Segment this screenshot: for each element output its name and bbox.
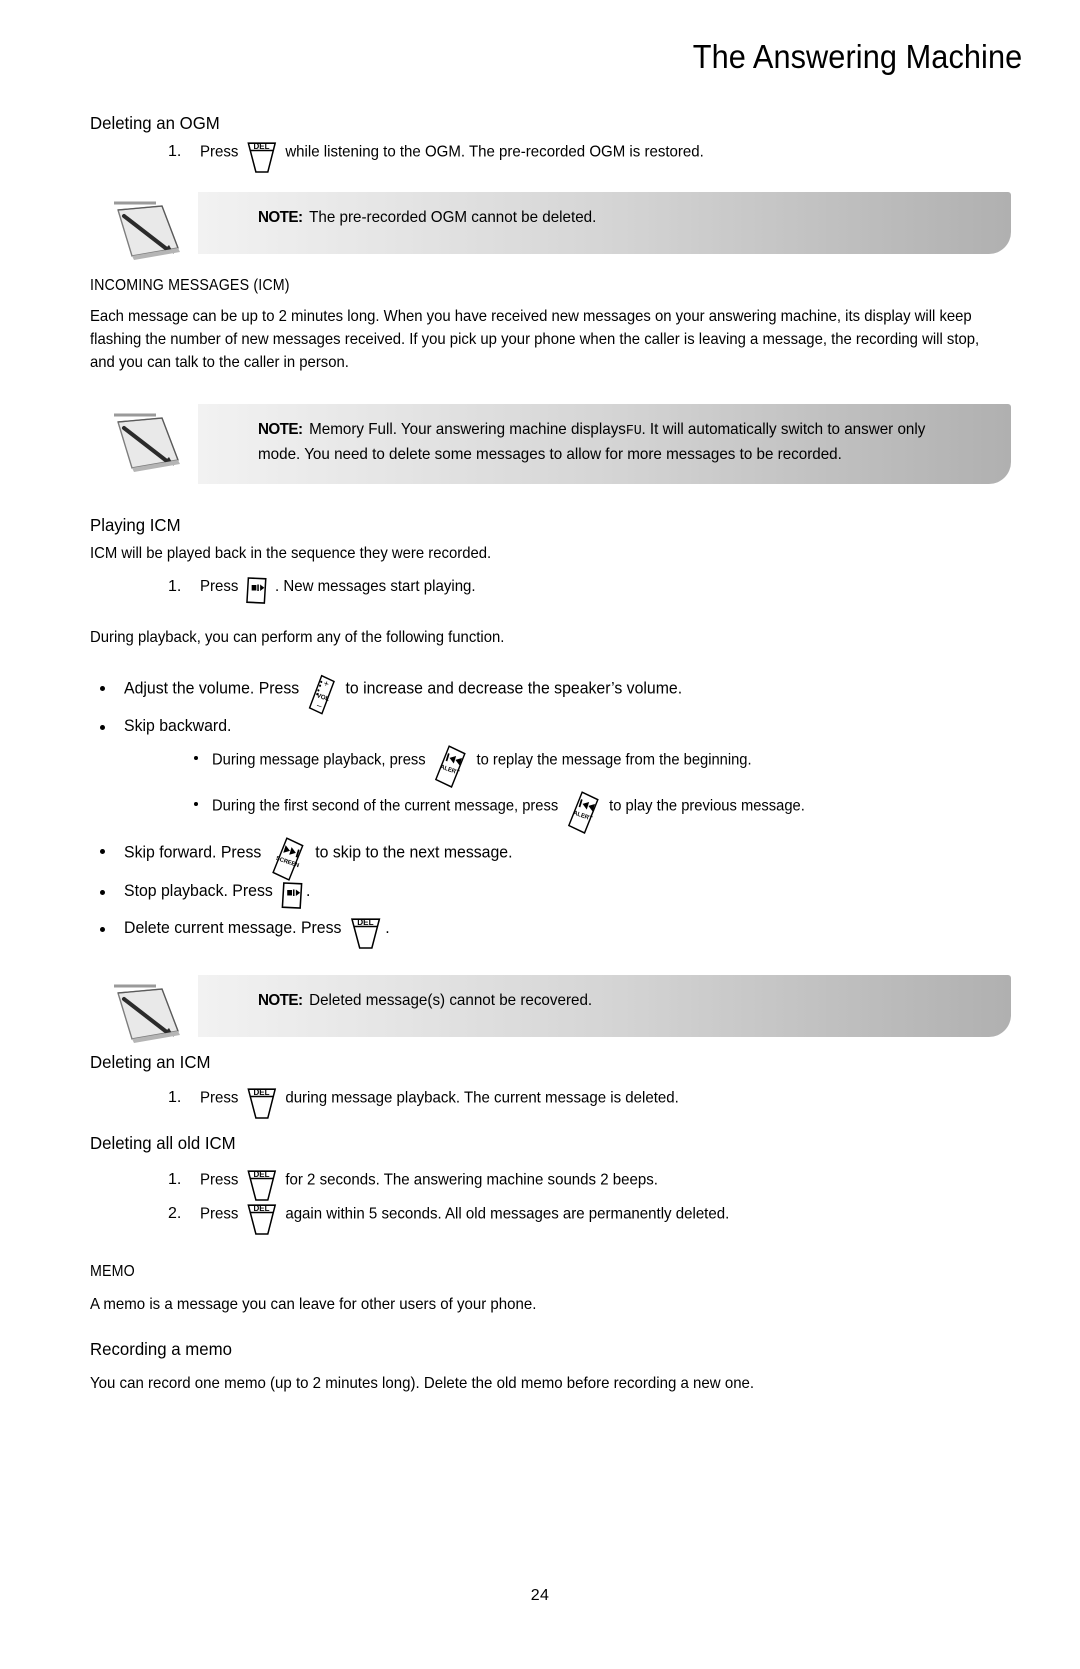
note-label: NOTE: bbox=[258, 991, 303, 1009]
note-box-2: NOTE: Memory Full. Your answering machine… bbox=[90, 404, 1011, 484]
note-label: NOTE: bbox=[258, 208, 303, 226]
paragraph-playing-icm-intro: ICM will be played back in the sequence … bbox=[90, 544, 492, 562]
list-playing-icm: 1. Press . New messages start playing. bbox=[90, 575, 995, 604]
svg-text:DEL: DEL bbox=[254, 1088, 270, 1097]
note-body-a: Memory Full. Your answering machine disp… bbox=[309, 421, 626, 439]
svg-text:DEL: DEL bbox=[254, 141, 270, 150]
page-title: The Answering Machine bbox=[692, 38, 1022, 75]
step-text-post: during message playback. The current mes… bbox=[285, 1089, 679, 1107]
list-item-adjust-volume: Adjust the volume. Press + VOL – to incr… bbox=[90, 674, 995, 715]
bullet-text-post: . bbox=[306, 882, 311, 901]
note-label: NOTE: bbox=[258, 421, 303, 439]
page-footer: 24 bbox=[0, 1587, 1080, 1605]
list-item-skip-forward: Skip forward. Press SCREEN to skip to th… bbox=[90, 837, 995, 882]
volume-button-icon: + VOL – bbox=[306, 674, 339, 716]
list-playback-functions: Adjust the volume. Press + VOL – to incr… bbox=[90, 674, 995, 949]
heading-recording-memo: Recording a memo bbox=[90, 1339, 232, 1360]
heading-deleting-icm: Deleting an ICM bbox=[90, 1051, 211, 1072]
bullet-text-pre: Adjust the volume. Press bbox=[124, 679, 300, 698]
bullet-text-post: . bbox=[385, 919, 390, 938]
list-skip-backward-details: During message playback, press ALERT to … bbox=[124, 745, 995, 835]
note-body: The pre-recorded OGM cannot be deleted. bbox=[309, 208, 597, 226]
step-text-pre: Press bbox=[199, 143, 239, 161]
sub-text-post: to replay the message from the beginning… bbox=[476, 752, 752, 770]
list-deleting-all-old-icm: 1. Press DEL for 2 seconds. The answerin… bbox=[90, 1168, 995, 1235]
skip-backward-button-icon: ALERT bbox=[565, 791, 603, 836]
note-text: NOTE: Memory Full. Your answering machine… bbox=[258, 418, 967, 468]
list-item: 1. Press DEL while listening to the OGM.… bbox=[90, 140, 995, 173]
skip-backward-button-icon: ALERT bbox=[433, 745, 471, 790]
list-item-skip-backward: Skip backward. During message playback, … bbox=[90, 714, 995, 835]
del-button-icon: DEL bbox=[245, 1168, 279, 1202]
sub-text-pre: During message playback, press bbox=[212, 752, 426, 770]
heading-memo: MEMO bbox=[90, 1262, 135, 1280]
note-box-1: NOTE: The pre-recorded OGM cannot be dele… bbox=[90, 191, 1011, 260]
bullet-text-pre: Skip forward. Press bbox=[124, 843, 262, 862]
play-stop-button-icon bbox=[244, 576, 268, 607]
sub-text-post: to play the previous message. bbox=[609, 798, 805, 816]
step-text-pre: Press bbox=[199, 1205, 239, 1223]
step-text-post: again within 5 seconds. All old messages… bbox=[285, 1205, 730, 1223]
paragraph-icm: Each message can be up to 2 minutes long… bbox=[90, 307, 980, 372]
del-button-icon: DEL bbox=[349, 916, 384, 950]
list-deleting-ogm: 1. Press DEL while listening to the OGM.… bbox=[90, 140, 995, 173]
paragraph-memo: A memo is a message you can leave for ot… bbox=[90, 1296, 537, 1313]
list-item-stop-playback: Stop playback. Press . bbox=[90, 879, 995, 909]
step-text-post: for 2 seconds. The answering machine sou… bbox=[285, 1171, 658, 1189]
step-text-post: while listening to the OGM. The pre-reco… bbox=[285, 143, 704, 161]
list-item: 1. Press DEL during message playback. Th… bbox=[90, 1086, 995, 1120]
note-body: Deleted message(s) cannot be recovered. bbox=[309, 991, 593, 1009]
bullet-text-pre: Delete current message. Press bbox=[124, 919, 342, 938]
display-code: FU bbox=[625, 423, 642, 440]
note-box-3: NOTE: Deleted message(s) cannot be recove… bbox=[90, 974, 1011, 1043]
bullet-text: Skip backward. bbox=[124, 716, 232, 735]
list-item: During message playback, press ALERT to … bbox=[124, 745, 995, 789]
page-header: The Answering Machine bbox=[0, 38, 1022, 76]
page-content: Deleting an OGM 1. Press DEL while liste… bbox=[90, 112, 1011, 1395]
paragraph-during-playback: During playback, you can perform any of … bbox=[90, 628, 505, 646]
bullet-text-post: to skip to the next message. bbox=[315, 843, 513, 862]
step-text-pre: Press bbox=[199, 1089, 239, 1107]
step-text-pre: Press bbox=[199, 577, 239, 595]
heading-playing-icm: Playing ICM bbox=[90, 514, 181, 535]
bullet-text-pre: Stop playback. Press bbox=[124, 882, 273, 901]
note-text: NOTE: Deleted message(s) cannot be recove… bbox=[258, 989, 967, 1014]
step-text-pre: Press bbox=[199, 1171, 239, 1189]
svg-text:DEL: DEL bbox=[254, 1170, 270, 1179]
skip-forward-button-icon: SCREEN bbox=[269, 837, 309, 883]
list-item-delete-current: Delete current message. Press DEL . bbox=[90, 916, 995, 949]
list-item: 1. Press DEL for 2 seconds. The answerin… bbox=[90, 1168, 995, 1201]
del-button-icon: DEL bbox=[245, 1086, 279, 1120]
step-text-post: . New messages start playing. bbox=[274, 577, 476, 595]
list-item: 1. Press . New messages start playing. bbox=[90, 575, 995, 604]
del-button-icon: DEL bbox=[245, 140, 279, 174]
paragraph-recording-memo: You can record one memo (up to 2 minutes… bbox=[90, 1374, 755, 1392]
del-button-icon: DEL bbox=[245, 1202, 279, 1236]
manual-page: The Answering Machine Deleting an OGM 1.… bbox=[0, 0, 1080, 1669]
heading-incoming-messages: INCOMING MESSAGES (ICM) bbox=[90, 276, 290, 294]
svg-text:DEL: DEL bbox=[254, 1204, 270, 1213]
play-stop-button-icon bbox=[279, 881, 304, 912]
note-text: NOTE: The pre-recorded OGM cannot be dele… bbox=[258, 206, 967, 231]
bullet-text-post: to increase and decrease the speaker’s v… bbox=[345, 679, 683, 698]
list-deleting-icm: 1. Press DEL during message playback. Th… bbox=[90, 1086, 995, 1120]
list-item: 2. Press DEL again within 5 seconds. All… bbox=[90, 1202, 995, 1235]
list-item: During the first second of the current m… bbox=[124, 791, 995, 835]
heading-deleting-ogm: Deleting an OGM bbox=[90, 113, 220, 133]
page-number: 24 bbox=[530, 1587, 550, 1604]
svg-text:DEL: DEL bbox=[357, 917, 373, 927]
sub-text-pre: During the first second of the current m… bbox=[212, 798, 559, 816]
heading-deleting-all-old-icm: Deleting all old ICM bbox=[90, 1133, 236, 1154]
